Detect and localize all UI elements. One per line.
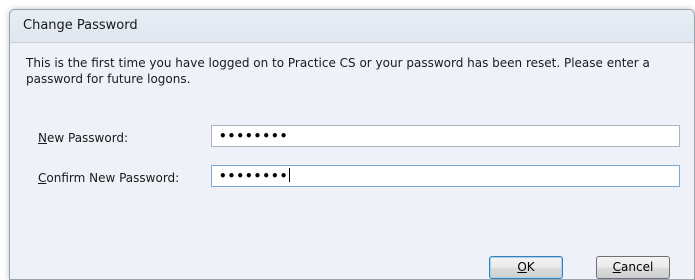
confirm-password-value: •••••••• [219, 169, 289, 183]
new-password-label-accelerator: N [38, 131, 47, 145]
change-password-dialog: Change Password This is the first time y… [9, 9, 695, 280]
new-password-label-text: ew Password: [46, 131, 129, 145]
cancel-button-label: ancel [621, 260, 654, 274]
dialog-title: Change Password [23, 18, 138, 33]
cancel-button-accelerator: C [612, 260, 622, 274]
ok-button-label: K [526, 260, 535, 274]
new-password-field[interactable]: •••••••• [211, 125, 680, 147]
cancel-button[interactable]: Cancel [596, 256, 670, 279]
confirm-password-label-text: onfirm New Password: [46, 171, 180, 185]
instruction-message: This is the first time you have logged o… [26, 56, 650, 86]
new-password-label: New Password: [38, 131, 128, 145]
text-caret [289, 168, 291, 182]
dialog-body: This is the first time you have logged o… [10, 43, 694, 279]
title-bar[interactable]: Change Password [10, 10, 694, 43]
ok-button-accelerator: O [517, 260, 527, 274]
confirm-password-label: Confirm New Password: [38, 171, 179, 185]
new-password-value: •••••••• [219, 129, 289, 143]
ok-button[interactable]: OK [489, 256, 563, 279]
confirm-password-field[interactable]: •••••••• [211, 165, 680, 187]
